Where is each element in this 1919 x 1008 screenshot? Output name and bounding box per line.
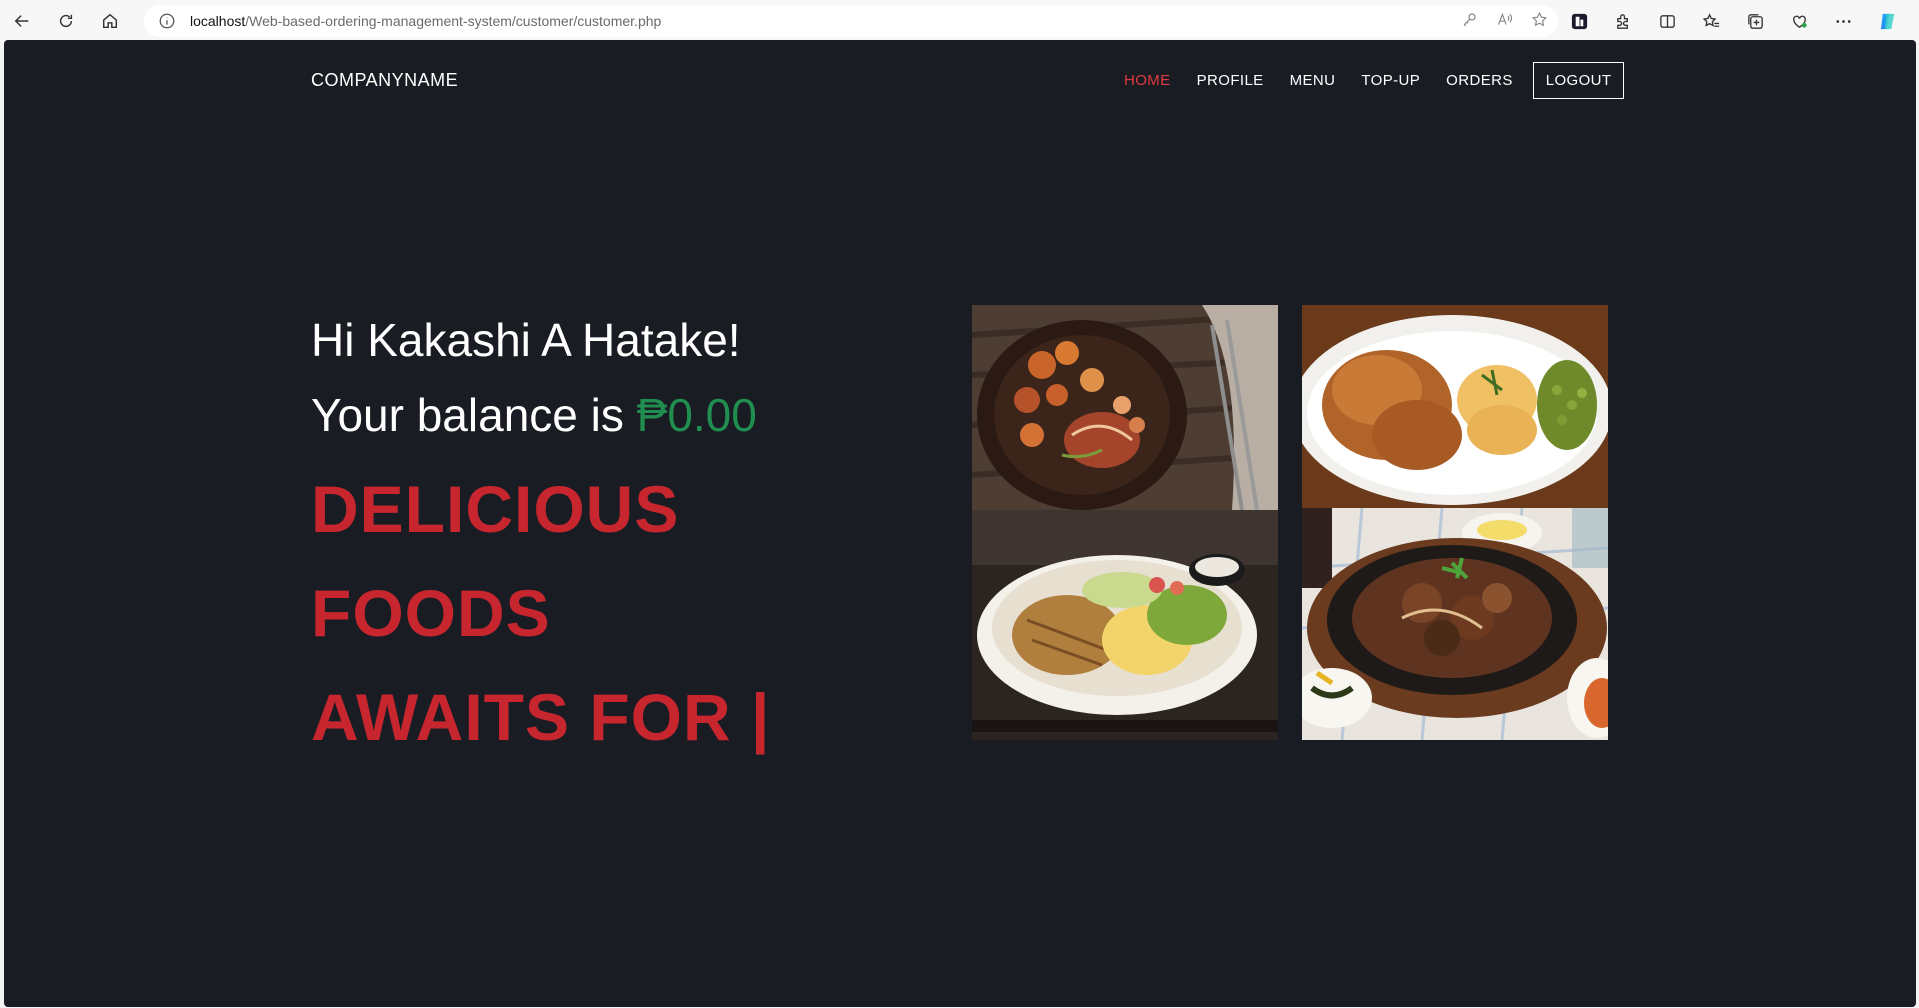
logout-button[interactable]: LOGOUT [1532, 61, 1625, 99]
collections-icon[interactable] [1744, 10, 1766, 32]
grilled-shrimp-potatoes-photo [972, 305, 1278, 510]
copilot-icon[interactable] [1876, 10, 1898, 32]
split-screen-icon[interactable] [1656, 10, 1678, 32]
url-host: localhost [190, 13, 246, 29]
balance-prefix: Your balance is [311, 389, 624, 441]
more-options-icon[interactable] [1832, 10, 1854, 32]
back-icon[interactable] [0, 0, 44, 42]
nav-profile-link[interactable]: PROFILE [1197, 72, 1264, 89]
password-key-icon[interactable] [1461, 11, 1478, 31]
browser-toolbar: localhost/Web-based-ordering-management-… [0, 0, 1919, 42]
navbar: COMPANYNAME HOME PROFILE MENU TOP-UP ORD… [4, 40, 1916, 120]
browser-essentials-icon[interactable] [1788, 10, 1810, 32]
tagline-line-2: AWAITS FOR | [311, 680, 771, 754]
nav-home-link[interactable]: HOME [1124, 72, 1171, 89]
food-image-grid [972, 305, 1608, 740]
nav-orders-link[interactable]: ORDERS [1446, 72, 1513, 89]
tagline-line-1: DELICIOUS FOODS [311, 472, 680, 650]
page-content: COMPANYNAME HOME PROFILE MENU TOP-UP ORD… [4, 40, 1916, 1007]
fried-chicken-mac-peas-photo [1302, 305, 1608, 508]
url-path: /Web-based-ordering-management-system/cu… [245, 13, 662, 29]
read-aloud-icon[interactable] [1496, 11, 1513, 31]
hero-text: Hi Kakashi A Hatake! Your balance is ₱0.… [311, 310, 931, 769]
refresh-icon[interactable] [44, 0, 88, 42]
chicken-salad-photo [972, 510, 1278, 740]
tagline-heading: DELICIOUS FOODS AWAITS FOR | [311, 457, 931, 769]
sizzling-beef-photo [1302, 508, 1608, 740]
extensions-puzzle-icon[interactable] [1612, 10, 1634, 32]
home-icon[interactable] [88, 0, 132, 42]
address-bar[interactable]: localhost/Web-based-ordering-management-… [144, 5, 1558, 37]
info-icon[interactable] [158, 12, 176, 30]
nav-links: HOME PROFILE MENU TOP-UP ORDERS LOGOUT [1124, 60, 1625, 100]
favorites-icon[interactable] [1700, 10, 1722, 32]
balance-text: Your balance is ₱0.00 [311, 385, 931, 445]
greeting-heading: Hi Kakashi A Hatake! [311, 314, 741, 366]
favorite-star-icon[interactable] [1531, 11, 1548, 31]
nav-topup-link[interactable]: TOP-UP [1361, 72, 1420, 89]
nav-menu-link[interactable]: MENU [1290, 72, 1336, 89]
balance-amount: ₱0.00 [636, 389, 757, 441]
brand-logo-text[interactable]: COMPANYNAME [311, 70, 458, 91]
extension-app-icon[interactable] [1568, 10, 1590, 32]
